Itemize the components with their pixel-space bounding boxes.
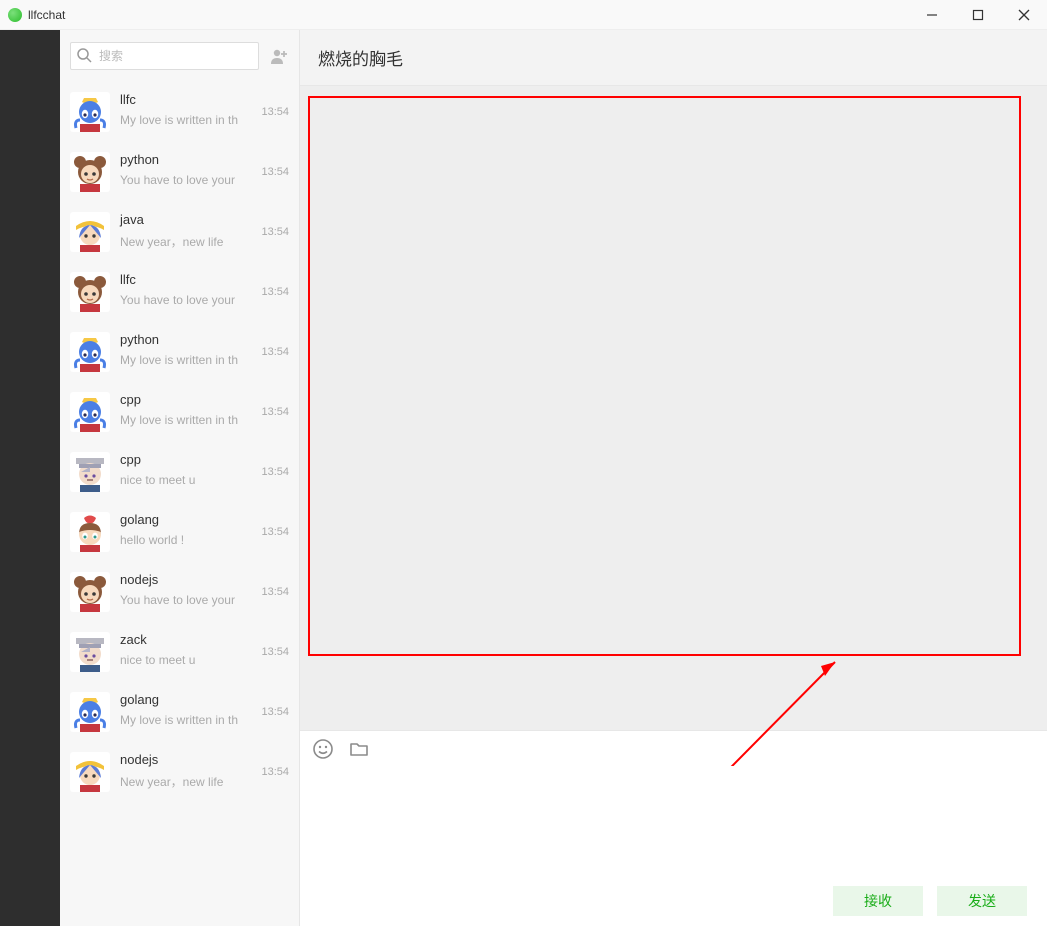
annotation-box (308, 96, 1021, 656)
avatar (70, 92, 110, 132)
chat-item[interactable]: nodejs You have to love your 13:54 (60, 562, 299, 622)
message-area[interactable]: 下一节实现气泡聊天对话框 (300, 86, 1047, 730)
chat-time: 13:54 (261, 392, 289, 418)
chat-time: 13:54 (261, 692, 289, 718)
chat-time: 13:54 (261, 572, 289, 598)
close-button[interactable] (1001, 0, 1047, 30)
chat-item[interactable]: llfc You have to love your 13:54 (60, 262, 299, 322)
chat-name: java (120, 212, 251, 227)
emoji-icon[interactable] (312, 738, 334, 760)
chat-name: cpp (120, 452, 251, 467)
chat-item[interactable]: llfc My love is written in th 13:54 (60, 82, 299, 142)
chat-name: nodejs (120, 572, 251, 587)
avatar (70, 392, 110, 432)
avatar (70, 152, 110, 192)
chat-header: 燃烧的胸毛 (300, 30, 1047, 86)
chat-preview: You have to love your (120, 593, 251, 607)
sidebar: llfc My love is written in th 13:54 python Y… (60, 30, 300, 926)
chat-time: 13:54 (261, 752, 289, 778)
chat-name: zack (120, 632, 251, 647)
chat-preview: My love is written in th (120, 353, 251, 367)
avatar (70, 212, 110, 252)
chat-name: golang (120, 512, 251, 527)
avatar (70, 272, 110, 312)
chat-time: 13:54 (261, 92, 289, 118)
chat-time: 13:54 (261, 212, 289, 238)
chat-list[interactable]: llfc My love is written in th 13:54 python Y… (60, 82, 299, 926)
chat-preview: hello world ! (120, 533, 251, 547)
avatar (70, 692, 110, 732)
avatar (70, 752, 110, 792)
search-input[interactable] (70, 42, 259, 70)
avatar (70, 512, 110, 552)
app-icon (8, 8, 22, 22)
chat-preview: New year，new life (120, 773, 251, 790)
chat-name: cpp (120, 392, 251, 407)
input-toolbar (300, 730, 1047, 766)
chat-name: python (120, 332, 251, 347)
minimize-button[interactable] (909, 0, 955, 30)
title-bar: llfcchat (0, 0, 1047, 30)
chat-time: 13:54 (261, 632, 289, 658)
folder-icon[interactable] (348, 738, 370, 760)
search-icon (76, 47, 92, 63)
chat-preview: nice to meet u (120, 473, 251, 487)
chat-item[interactable]: zack nice to meet u 13:54 (60, 622, 299, 682)
chat-preview: My love is written in th (120, 713, 251, 727)
chat-time: 13:54 (261, 452, 289, 478)
chat-title: 燃烧的胸毛 (318, 45, 403, 70)
chat-name: llfc (120, 92, 251, 107)
chat-item[interactable]: java New year，new life 13:54 (60, 202, 299, 262)
maximize-button[interactable] (955, 0, 1001, 30)
chat-preview: nice to meet u (120, 653, 251, 667)
chat-name: golang (120, 692, 251, 707)
main-panel: 燃烧的胸毛 下一节实现气泡聊天对话框 接收 (300, 30, 1047, 926)
chat-item[interactable]: golang hello world ! 13:54 (60, 502, 299, 562)
chat-time: 13:54 (261, 512, 289, 538)
receive-button[interactable]: 接收 (833, 886, 923, 916)
input-area: 接收 发送 (300, 766, 1047, 926)
nav-rail (0, 30, 60, 926)
chat-name: python (120, 152, 251, 167)
chat-time: 13:54 (261, 332, 289, 358)
chat-item[interactable]: python My love is written in th 13:54 (60, 322, 299, 382)
chat-item[interactable]: nodejs New year，new life 13:54 (60, 742, 299, 802)
avatar (70, 452, 110, 492)
chat-item[interactable]: cpp My love is written in th 13:54 (60, 382, 299, 442)
chat-item[interactable]: cpp nice to meet u 13:54 (60, 442, 299, 502)
send-button[interactable]: 发送 (937, 886, 1027, 916)
add-contact-icon[interactable] (269, 46, 289, 66)
window-title: llfcchat (28, 8, 65, 22)
chat-preview: My love is written in th (120, 113, 251, 127)
avatar (70, 572, 110, 612)
avatar (70, 332, 110, 372)
chat-time: 13:54 (261, 272, 289, 298)
chat-preview: New year，new life (120, 233, 251, 250)
chat-preview: You have to love your (120, 173, 251, 187)
chat-name: llfc (120, 272, 251, 287)
chat-item[interactable]: python You have to love your 13:54 (60, 142, 299, 202)
chat-preview: My love is written in th (120, 413, 251, 427)
chat-preview: You have to love your (120, 293, 251, 307)
chat-item[interactable]: golang My love is written in th 13:54 (60, 682, 299, 742)
avatar (70, 632, 110, 672)
chat-name: nodejs (120, 752, 251, 767)
chat-time: 13:54 (261, 152, 289, 178)
